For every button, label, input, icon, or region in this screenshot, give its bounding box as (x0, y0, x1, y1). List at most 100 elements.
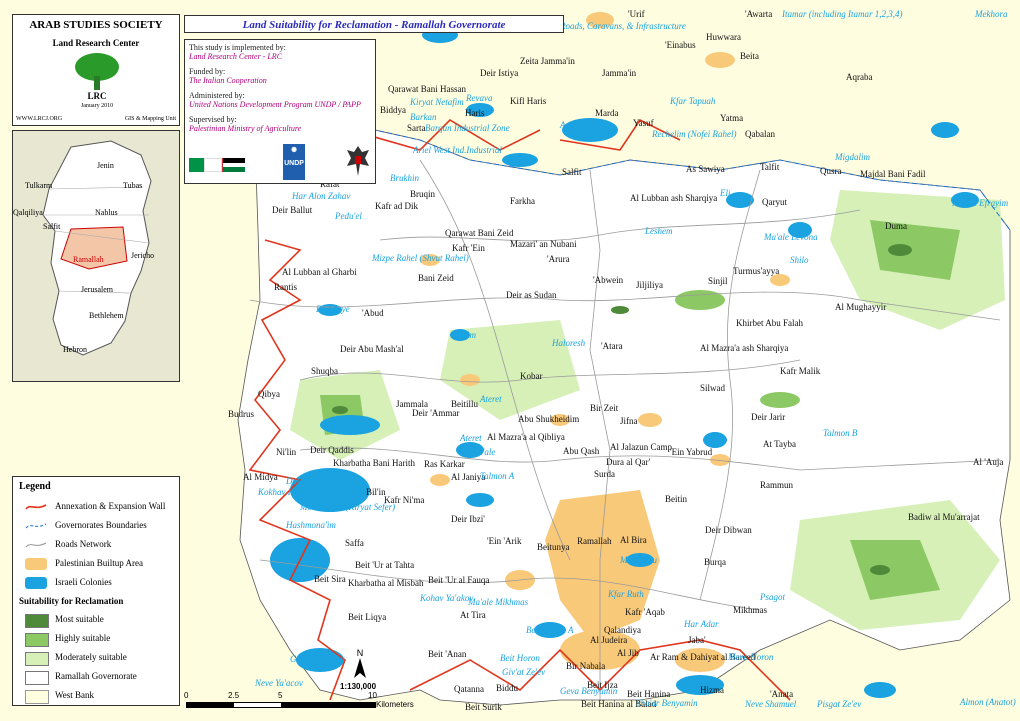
colony-label: Kohav Ya'akov (419, 593, 473, 603)
colony-label: Beit Horon (500, 653, 540, 663)
village-label: At Tira (460, 610, 486, 620)
village-label: Shuqba (311, 366, 338, 376)
village-label: 'Abud (362, 308, 384, 318)
legend-label: Israeli Colonies (55, 577, 112, 587)
inset-label-nablus: Nablus (95, 208, 118, 217)
inset-label-hebron: Hebron (63, 345, 87, 354)
scale-tick-1: 2.5 (228, 691, 240, 700)
colony-label: Giv'at Ze'ev (502, 667, 545, 677)
inset-label-jerusalem: Jerusalem (81, 285, 113, 294)
colony-label: Migdalim (834, 152, 870, 162)
village-label: Budrus (228, 409, 255, 419)
village-label: 'Anata (770, 689, 793, 699)
village-label: Majdal Bani Fadil (860, 169, 926, 179)
funded-label: Funded by: (189, 67, 226, 76)
village-label: Salfit (562, 167, 582, 177)
wall-line-icon (25, 504, 47, 510)
administered-value: United Nations Development Program UNDP … (189, 100, 361, 109)
village-label: Zeita Jamma'in (520, 56, 575, 66)
map-title: Land Suitability for Reclamation - Ramal… (184, 15, 564, 33)
undp-logo-text: UNDP (284, 160, 304, 167)
colonies-swatch (25, 577, 47, 589)
west-bank-inset-map: Jenin Tulkarm Tubas Qalqiliya Nablus Sal… (12, 130, 180, 382)
scale-bar: 1:130,000 0 2.5 5 10 Kilometers (184, 680, 414, 715)
village-label: Beit 'Anan (428, 649, 467, 659)
village-label: Kharbatha al Misbah (348, 578, 424, 588)
colony-label: Rechelim (Nofei Rahel) (651, 129, 736, 139)
legend-label: West Bank (55, 690, 95, 700)
road-line-icon (25, 542, 47, 548)
village-label: Aqraba (846, 72, 873, 82)
village-label: Rammun (760, 480, 793, 490)
village-label: Qarawat Bani Zeid (445, 228, 514, 238)
org-name: ARAB STUDIES SOCIETY (29, 19, 163, 31)
village-label: Bani Zeid (418, 273, 454, 283)
legend-panel: Legend Annexation & Expansion Wall Gover… (12, 476, 180, 706)
village-label: Beit Sira (314, 574, 346, 584)
inset-label-qalqiliya: Qalqiliya (13, 208, 43, 217)
colony-label: Na'ale (471, 447, 495, 457)
suitability-title: Suitability for Reclamation (19, 596, 124, 606)
date-label: January 2010 (80, 103, 114, 109)
village-label: Beit Liqya (348, 612, 386, 622)
colony-label: Roads, Caravans, & Infrastructure (559, 21, 686, 31)
colony-label: Talmon A (480, 471, 515, 481)
village-label: Qusra (820, 166, 842, 176)
village-label: Huwwara (706, 32, 741, 42)
village-label: Al 'Auja (973, 457, 1003, 467)
undp-logo: ✺ UNDP (283, 144, 305, 180)
village-label: Bir Zeit (590, 403, 619, 413)
village-label: Kafr 'Ein (452, 243, 485, 253)
village-label: Qalandiya (604, 625, 641, 635)
colony-label: Almon (Anatot) (959, 697, 1016, 707)
village-label: Al Lubban ash Sharqiya (630, 193, 717, 203)
village-label: Kafr Malik (780, 366, 821, 376)
colony-label: Kfar Ruth (607, 589, 644, 599)
village-label: Burqa (704, 557, 726, 567)
village-label: Deir Istiya (480, 68, 518, 78)
colony-label: Sha'ar Benyamin (636, 698, 698, 708)
scale-tick-0: 0 (184, 691, 189, 700)
village-label: Beit 'Ur at Tahta (355, 560, 414, 570)
village-label: Kobar (520, 371, 543, 381)
north-label: N (356, 648, 364, 658)
org-center: Land Research Center (52, 38, 140, 48)
village-label: Kafr ad Dik (375, 201, 418, 211)
village-label: Al Mazra'a ash Sharqiya (700, 343, 788, 353)
village-label: Jaba' (688, 635, 706, 645)
most-suitable-swatch (25, 614, 49, 628)
village-label: Al Jalazun Camp (610, 442, 672, 452)
legend-label: Most suitable (55, 614, 104, 624)
colony-label: Itamar (including Itamar 1,2,3,4) (781, 9, 903, 19)
village-label: Beita (740, 51, 759, 61)
funded-value: The Italian Cooperation (189, 76, 267, 85)
village-label: Deir Abu Mash'al (340, 344, 404, 354)
website-label: WWW.LRCJ.ORG (16, 116, 63, 122)
colony-label: Eli (719, 188, 731, 198)
village-label: Al Mughayyir (835, 302, 886, 312)
inset-label-tubas: Tubas (123, 181, 143, 190)
colony-label: Barqan Industrial Zone (425, 123, 510, 133)
colony-label: Pedu'el (334, 211, 362, 221)
colony-label: Kiryat Netafim (409, 97, 464, 107)
village-label: Jiljiliya (636, 280, 663, 290)
village-label: Ramallah (577, 536, 612, 546)
village-label: Deir Ibzi' (451, 514, 485, 524)
village-label: 'Atara (601, 341, 623, 351)
village-label: Qaryut (762, 197, 787, 207)
unit-label: GIS & Mapping Unit (124, 116, 176, 122)
supervised-label: Supervised by: (189, 115, 237, 124)
north-arrow-icon: N (350, 648, 370, 680)
scale-unit: Kilometers (376, 700, 414, 709)
village-label: Ras Karkar (424, 459, 465, 469)
village-label: Ni'lin (276, 447, 297, 457)
ministry-eagle-icon (347, 146, 369, 176)
village-label: Kafr 'Aqab (625, 607, 665, 617)
village-label: Biddu (496, 683, 519, 693)
colony-label: Pisgat Ze'ev (816, 699, 861, 709)
inset-label-ramallah: Ramallah (73, 255, 104, 264)
credits-panel: This study is implemented by: Land Resea… (184, 39, 376, 184)
village-label: Jifna (620, 416, 638, 426)
colony-label: Ariel (559, 120, 578, 130)
tree-logo-icon (75, 53, 119, 90)
